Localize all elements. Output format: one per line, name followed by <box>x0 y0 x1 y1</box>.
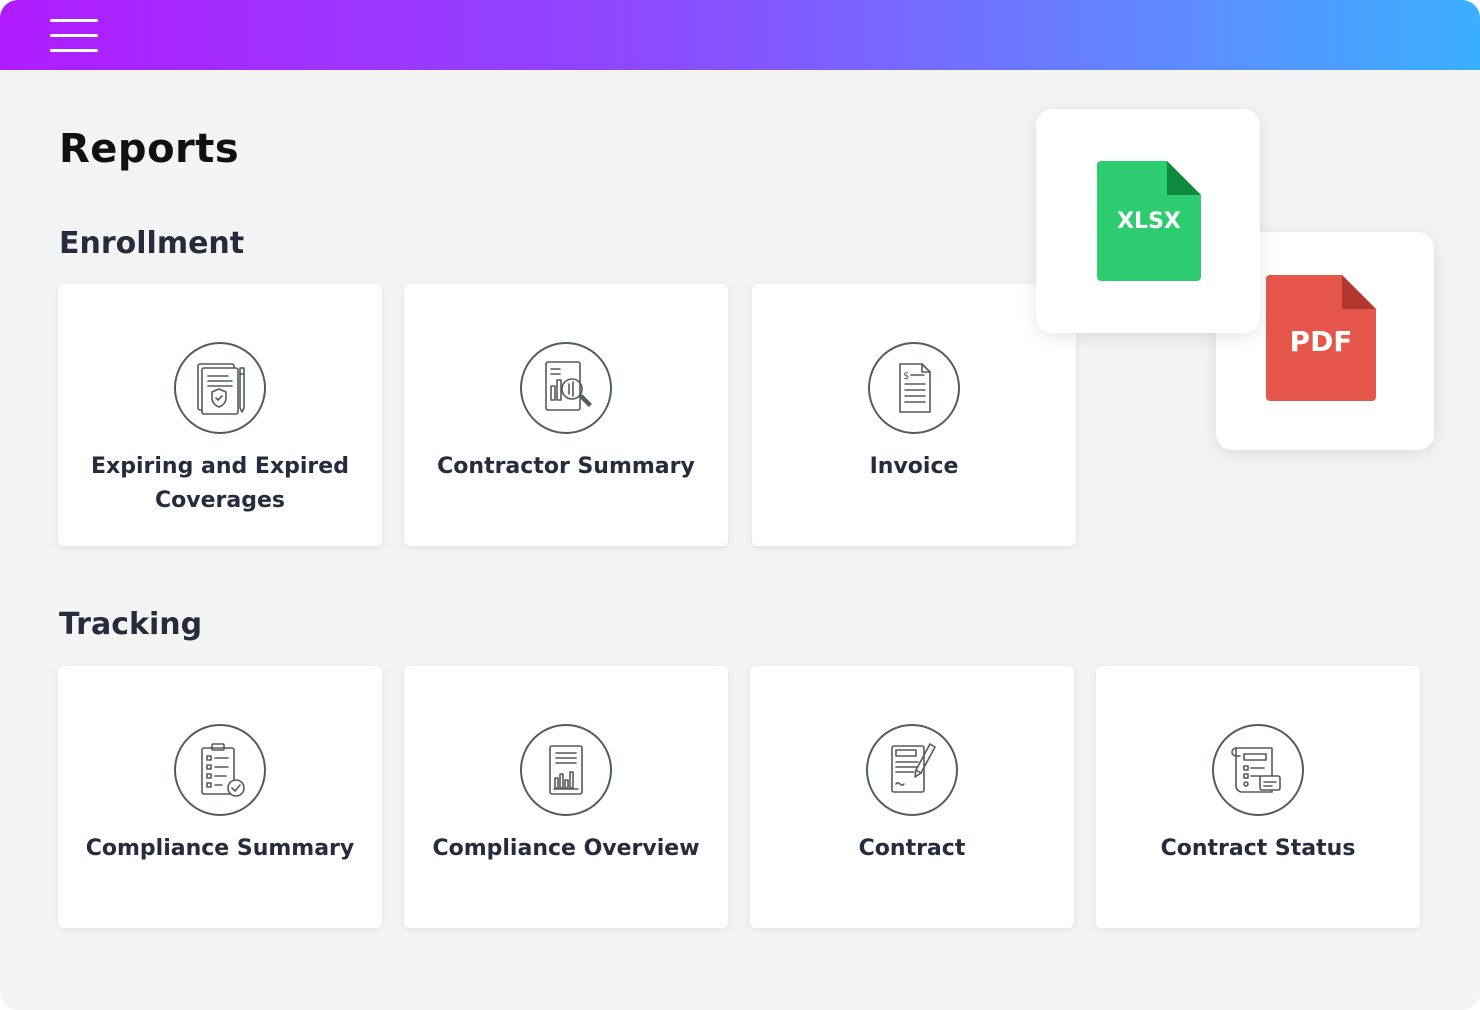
magnify-report-icon <box>520 342 612 434</box>
report-card-expiring-expired-coverages[interactable]: Expiring and Expired Coverages <box>58 284 382 546</box>
bar-chart-document-icon <box>520 724 612 816</box>
report-card-label: Contractor Summary <box>437 454 695 479</box>
report-card-contract-status[interactable]: Contract Status <box>1096 666 1420 928</box>
section-title-enrollment: Enrollment <box>59 226 245 261</box>
report-card-label: Invoice <box>869 454 959 479</box>
export-xlsx-card[interactable]: XLSX <box>1036 109 1260 333</box>
xlsx-file-icon: XLSX <box>1097 161 1201 281</box>
report-card-invoice[interactable]: $ Invoice <box>752 284 1076 546</box>
report-card-label: Expiring and Expired Coverages <box>91 454 349 513</box>
report-card-label: Compliance Summary <box>85 836 355 861</box>
report-card-label: Contract <box>858 836 966 861</box>
pdf-label: PDF <box>1289 325 1353 358</box>
top-bar <box>0 0 1480 70</box>
report-card-contractor-summary[interactable]: Contractor Summary <box>404 284 728 546</box>
report-card-label: Compliance Overview <box>432 836 700 861</box>
signed-contract-icon <box>866 724 958 816</box>
pdf-file-icon: PDF <box>1266 275 1376 401</box>
reports-app-window: Reports Enrollment Expiring and Expired … <box>0 0 1480 1010</box>
xlsx-label: XLSX <box>1117 209 1181 234</box>
invoice-icon: $ <box>868 342 960 434</box>
shield-document-icon <box>174 342 266 434</box>
section-title-tracking: Tracking <box>59 607 203 642</box>
checklist-icon <box>174 724 266 816</box>
report-card-compliance-overview[interactable]: Compliance Overview <box>404 666 728 928</box>
page-title: Reports <box>59 126 240 172</box>
report-card-contract[interactable]: Contract <box>750 666 1074 928</box>
svg-text:$: $ <box>903 371 909 382</box>
hamburger-menu-icon[interactable] <box>50 19 98 52</box>
contract-status-icon <box>1212 724 1304 816</box>
report-card-compliance-summary[interactable]: Compliance Summary <box>58 666 382 928</box>
report-card-label: Contract Status <box>1160 836 1356 861</box>
